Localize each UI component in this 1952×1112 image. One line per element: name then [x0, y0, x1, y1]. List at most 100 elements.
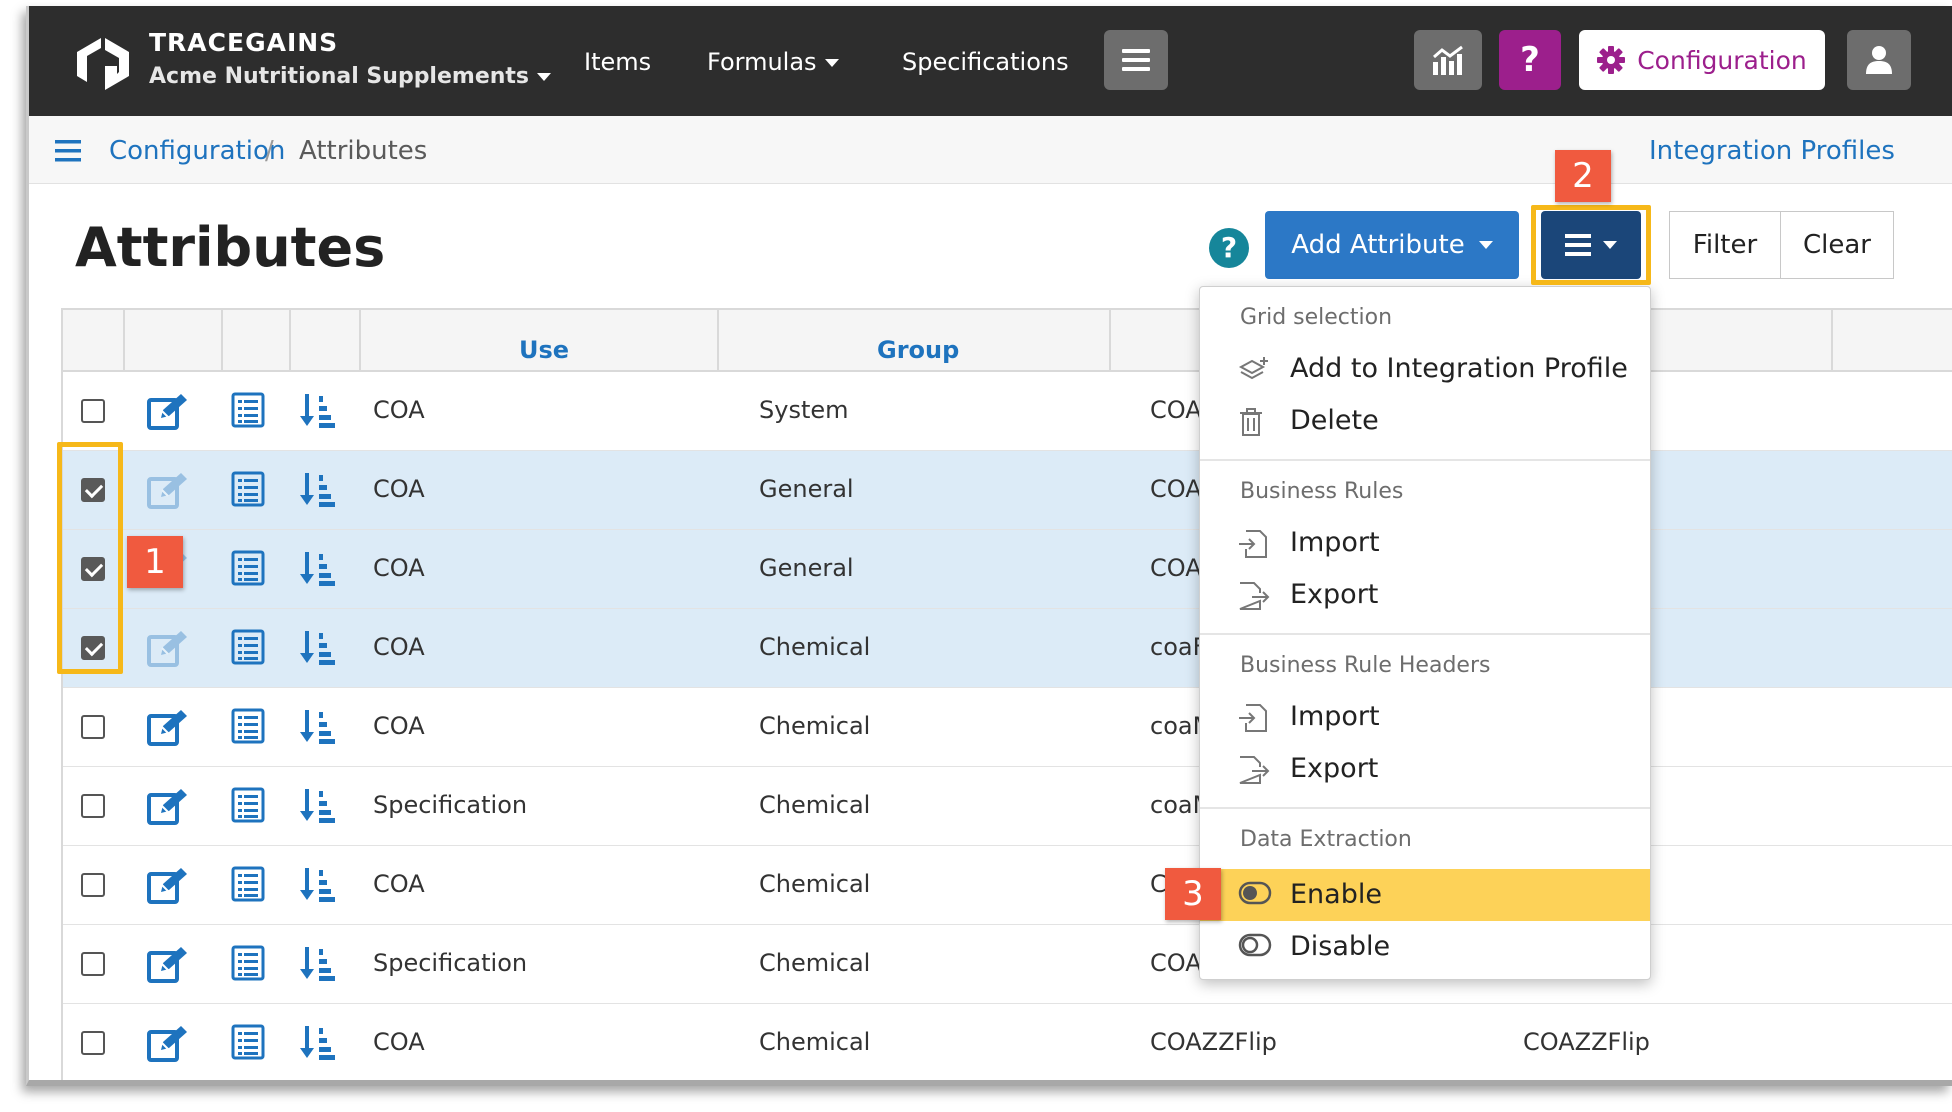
table-row[interactable]: COASystemCOA Ud Method: [63, 372, 1952, 451]
table-row[interactable]: COA Chemical COAZZFlip COAZZFlip: [63, 1004, 1952, 1080]
chevron-down-icon: [824, 59, 839, 67]
row-select-checkbox[interactable]: [81, 715, 105, 739]
filter-button[interactable]: Filter: [1669, 211, 1781, 279]
menu-item-business-rules-import[interactable]: Import: [1200, 517, 1650, 569]
menu-item-delete[interactable]: Delete: [1200, 395, 1650, 447]
analytics-button[interactable]: [1414, 30, 1482, 90]
user-icon: [1866, 46, 1892, 74]
nav-specifications[interactable]: Specifications: [902, 48, 1069, 76]
table-row[interactable]: Specification Chemical coaMe: [63, 767, 1952, 846]
sort-icon[interactable]: [299, 392, 335, 434]
menu-item-rule-headers-import[interactable]: Import: [1200, 691, 1650, 743]
cell-group: Chemical: [759, 870, 871, 898]
cell-use: COA: [373, 712, 425, 740]
edit-icon[interactable]: [147, 945, 187, 987]
sidebar-toggle-icon[interactable]: [55, 140, 81, 162]
grid-actions-dropdown: Grid selection Add to Integration Profil…: [1199, 286, 1651, 980]
add-attribute-label: Add Attribute: [1291, 230, 1465, 260]
logo-icon[interactable]: [71, 32, 135, 92]
main-menu-button[interactable]: [1104, 30, 1168, 90]
list-icon[interactable]: [231, 708, 265, 748]
edit-icon[interactable]: [147, 866, 187, 908]
cell-group: Chemical: [759, 1028, 871, 1056]
cell-use: COA: [373, 475, 425, 503]
row-select-checkbox[interactable]: [81, 1031, 105, 1055]
edit-icon[interactable]: [147, 392, 187, 434]
list-icon[interactable]: [231, 787, 265, 827]
breadcrumb-configuration[interactable]: Configuration: [109, 136, 285, 166]
edit-icon[interactable]: [147, 471, 187, 513]
cell-group: System: [759, 396, 849, 424]
list-icon[interactable]: [231, 945, 265, 985]
cell-group: Chemical: [759, 712, 871, 740]
dd-divider: [1200, 807, 1650, 809]
menu-item-rule-headers-export[interactable]: Export: [1200, 743, 1650, 795]
sort-icon[interactable]: [299, 945, 335, 987]
menu-item-enable[interactable]: Enable: [1200, 869, 1650, 921]
table-row[interactable]: COA Chemical coaFlip: [63, 609, 1952, 688]
attributes-grid: Use Group e COASystemCOA Ud MethodCOAGen…: [61, 308, 1952, 1080]
table-row[interactable]: COA Chemical coaMe: [63, 688, 1952, 767]
sort-icon[interactable]: [299, 708, 335, 750]
header-group[interactable]: Group: [719, 310, 1111, 372]
nav-formulas[interactable]: Formulas: [707, 48, 839, 76]
menu-item-label: Import: [1290, 701, 1380, 732]
user-menu-button[interactable]: [1847, 30, 1911, 90]
edit-icon[interactable]: [147, 708, 187, 750]
clear-button[interactable]: Clear: [1780, 211, 1894, 279]
hamburger-icon: [1122, 49, 1150, 71]
cell-other: COAZZFlip: [1523, 1028, 1650, 1056]
header-use[interactable]: Use: [361, 310, 719, 372]
cell-use: COA: [373, 396, 425, 424]
organization-switcher[interactable]: Acme Nutritional Supplements: [149, 64, 552, 89]
sort-icon[interactable]: [299, 787, 335, 829]
header-use-label: Use: [519, 336, 570, 364]
menu-item-add-to-integration-profile[interactable]: Add to Integration Profile: [1200, 343, 1650, 395]
app-window: TRACEGAINS Acme Nutritional Supplements …: [26, 6, 1952, 1086]
sort-icon[interactable]: [299, 629, 335, 671]
menu-item-label: Export: [1290, 753, 1379, 784]
edit-icon[interactable]: [147, 1024, 187, 1066]
row-select-checkbox[interactable]: [81, 399, 105, 423]
table-row[interactable]: COAGeneralCOA_C): [63, 451, 1952, 530]
header-edit-column: [125, 310, 223, 372]
sort-icon[interactable]: [299, 471, 335, 513]
row-select-checkbox[interactable]: [81, 794, 105, 818]
table-row[interactable]: Specification Chemical COAVB: [63, 925, 1952, 1004]
list-icon[interactable]: [231, 550, 265, 590]
add-attribute-button[interactable]: Add Attribute: [1265, 211, 1519, 279]
page-title: Attributes: [75, 216, 386, 279]
menu-item-business-rules-export[interactable]: Export: [1200, 569, 1650, 621]
page-help-icon[interactable]: ?: [1209, 228, 1249, 268]
list-icon[interactable]: [231, 1024, 265, 1064]
list-icon[interactable]: [231, 866, 265, 906]
annotation-badge-3: 3: [1165, 868, 1221, 920]
sort-icon[interactable]: [299, 866, 335, 908]
sort-icon[interactable]: [299, 1024, 335, 1066]
grid-header: Use Group e: [63, 310, 1952, 372]
table-row[interactable]: COA General COA_C: [63, 530, 1952, 609]
edit-icon[interactable]: [147, 787, 187, 829]
row-select-checkbox[interactable]: [81, 952, 105, 976]
nav-items[interactable]: Items: [584, 48, 651, 76]
list-icon[interactable]: [231, 629, 265, 669]
dd-header-grid-selection: Grid selection: [1240, 305, 1393, 330]
table-row[interactable]: COAChemicalCOA: [63, 846, 1952, 925]
menu-item-disable[interactable]: Disable: [1200, 921, 1650, 973]
sort-icon[interactable]: [299, 550, 335, 592]
annotation-badge-1: 1: [127, 536, 183, 588]
list-icon[interactable]: [231, 471, 265, 511]
help-button[interactable]: ?: [1499, 30, 1561, 90]
edit-icon[interactable]: [147, 629, 187, 671]
header-select-column: [63, 310, 125, 372]
import-icon: [1239, 704, 1267, 732]
configuration-button[interactable]: Configuration: [1579, 30, 1825, 90]
cell-use: Specification: [373, 949, 528, 977]
menu-item-label: Delete: [1290, 405, 1379, 436]
cell-group: Chemical: [759, 949, 871, 977]
integration-profiles-link[interactable]: Integration Profiles: [1649, 136, 1895, 166]
header-list-column: [223, 310, 291, 372]
list-icon[interactable]: [231, 392, 265, 432]
row-select-checkbox[interactable]: [81, 873, 105, 897]
dd-header-business-rules: Business Rules: [1240, 479, 1404, 504]
